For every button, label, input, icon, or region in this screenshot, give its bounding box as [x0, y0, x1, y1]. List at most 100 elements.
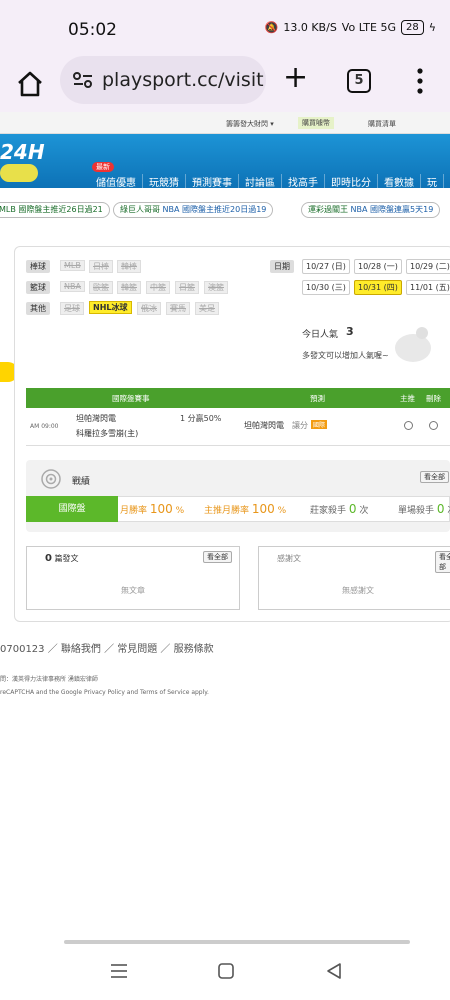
sport-cn-basketball[interactable]: 中籃	[146, 281, 170, 294]
date-option-selected[interactable]: 10/31 (四)	[354, 280, 402, 295]
category-basketball: 籃球	[26, 281, 50, 294]
posts-title: 0 篇發文	[45, 553, 79, 564]
col-pick: 預測	[310, 394, 325, 403]
pick-type: 讓分	[292, 421, 308, 430]
handicap-line: 1 分贏50%	[180, 414, 222, 423]
logo-decoration	[0, 164, 38, 182]
main-nav: 儲值優惠 玩競猜 預測賽事 討論區 找高手 即時比分 看數據 玩	[90, 174, 444, 189]
date-option[interactable]: 10/30 (三)	[302, 280, 350, 295]
site-logo[interactable]: 24H	[0, 140, 45, 164]
ticker-item[interactable]: 運彩過關王 NBA 國際盤連贏5天19	[301, 202, 441, 218]
footer-recaptcha: reCAPTCHA and the Google Privacy Policy …	[0, 689, 209, 696]
mascot-icon	[395, 327, 431, 362]
sport-jpn-baseball[interactable]: 日棒	[89, 260, 113, 273]
network-type: Vo LTE 5G	[341, 21, 396, 34]
nav-item-play[interactable]: 玩競猜	[143, 174, 186, 189]
nav-item-livescore[interactable]: 即時比分	[325, 174, 378, 189]
site-settings-icon[interactable]	[72, 71, 94, 89]
col-delete: 刪除	[426, 394, 441, 403]
nav-item-more[interactable]: 玩	[421, 174, 444, 189]
net-speed: 13.0 KB/S	[283, 21, 337, 34]
top-utility-strip: 籌籌發大財閃 ▾ 購買噱幣 購買清單	[0, 112, 450, 134]
tab-switcher-button[interactable]: 5	[347, 69, 371, 93]
buy-coins-link[interactable]: 購買噱幣	[298, 117, 334, 129]
back-icon[interactable]	[324, 962, 344, 980]
popularity-hint: 多發文可以增加人氣喔~	[302, 351, 389, 360]
battery-icon: 28	[401, 20, 424, 35]
nav-item-promo[interactable]: 儲值優惠	[90, 174, 143, 189]
gesture-handle[interactable]	[64, 940, 410, 944]
thanks-view-all-button[interactable]: 看全部	[435, 551, 450, 573]
status-bar: 05:02 🔕 13.0 KB/S Vo LTE 5G 28 ϟ	[0, 0, 450, 56]
col-match: 國際盤賽事	[112, 394, 150, 403]
date-option[interactable]: 10/29 (二)	[406, 259, 450, 274]
posts-view-all-button[interactable]: 看全部	[203, 551, 232, 563]
sport-kor-basketball[interactable]: 韓籃	[117, 281, 141, 294]
sport-american-football[interactable]: 美足	[195, 302, 219, 315]
address-bar[interactable]: playsport.cc/visit	[60, 56, 266, 104]
nav-item-experts[interactable]: 找高手	[282, 174, 325, 189]
popularity-label: 今日人氣	[302, 330, 339, 340]
charging-icon: ϟ	[428, 21, 436, 34]
category-baseball: 棒球	[26, 260, 50, 273]
intl-tag: 國際	[311, 420, 328, 429]
category-other: 其他	[26, 302, 50, 315]
game-time: AM 09:00	[30, 423, 59, 430]
sport-ru-hockey[interactable]: 俄冰	[137, 302, 161, 315]
sport-jp-basketball[interactable]: 日籃	[175, 281, 199, 294]
new-badge: 最新	[92, 162, 114, 172]
sport-mlb[interactable]: MLB	[60, 260, 85, 271]
posts-box: 0 篇發文 看全部 無文章	[26, 546, 240, 610]
sport-horse-racing[interactable]: 賽馬	[166, 302, 190, 315]
prediction-table-header: 國際盤賽事 預測 主推 刪除	[26, 388, 450, 408]
sport-nhl[interactable]: NHL冰球	[89, 301, 132, 314]
team-home: 科羅拉多雪崩(主)	[76, 429, 139, 438]
record-view-all-button[interactable]: 看全部	[420, 471, 449, 483]
stat-monthly-win: 月勝率 100 %	[120, 502, 185, 516]
footer-legal: 問：漢英得力法律事務所 湧鎮宏律師	[0, 676, 98, 683]
more-menu-icon[interactable]	[414, 66, 426, 96]
purchase-list-link[interactable]: 購買清單	[368, 119, 396, 129]
nav-item-forum[interactable]: 討論區	[239, 174, 282, 189]
footer-links[interactable]: 0700123 ／ 聯絡我們 ／ 常見問題 ／ 服務條款	[0, 640, 214, 655]
url-text[interactable]: playsport.cc/visit	[102, 69, 266, 91]
status-icons: 🔕 13.0 KB/S Vo LTE 5G 28 ϟ	[265, 20, 436, 35]
thanks-title: 感謝文	[277, 554, 301, 563]
member-menu[interactable]: 籌籌發大財閃 ▾	[226, 119, 274, 129]
sport-eu-basketball[interactable]: 歐籃	[89, 281, 113, 294]
date-option[interactable]: 10/28 (一)	[354, 259, 402, 274]
sport-soccer[interactable]: 足球	[60, 302, 84, 315]
sport-au-basketball[interactable]: 澳籃	[204, 281, 228, 294]
record-tab-intl[interactable]: 國際盤	[26, 496, 118, 522]
clock: 05:02	[68, 20, 117, 40]
thanks-empty: 無感謝文	[342, 586, 374, 595]
record-title: 戰績	[72, 477, 91, 487]
new-tab-icon[interactable]: +	[283, 62, 308, 94]
team-away: 坦帕灣閃電	[76, 414, 116, 423]
sport-nba[interactable]: NBA	[60, 281, 85, 292]
browser-toolbar: playsport.cc/visit + 5	[0, 56, 450, 112]
main-pick-radio[interactable]	[404, 421, 413, 430]
stat-single-killer: 單場殺手 0 次	[398, 502, 450, 516]
target-icon	[41, 469, 61, 489]
popularity-value: 3	[346, 325, 354, 338]
pick-team: 坦帕灣閃電	[244, 421, 284, 430]
sport-kor-baseball[interactable]: 韓棒	[117, 260, 141, 273]
date-label: 日期	[270, 260, 294, 273]
nav-item-data[interactable]: 看數據	[378, 174, 421, 189]
delete-radio[interactable]	[429, 421, 438, 430]
home-icon[interactable]	[14, 68, 46, 100]
nav-item-predict[interactable]: 預測賽事	[186, 174, 239, 189]
recent-apps-icon[interactable]	[108, 962, 130, 980]
stat-bookie-killer: 莊家殺手 0 次	[310, 502, 369, 516]
posts-empty: 無文章	[121, 586, 145, 595]
prediction-row: AM 09:00 坦帕灣閃電 科羅拉多雪崩(主) 1 分贏50% 坦帕灣閃電 讓…	[26, 408, 450, 446]
date-option[interactable]: 10/27 (日)	[302, 259, 350, 274]
ticker-item[interactable]: MLB 國際盤主推近26日過21	[0, 202, 110, 218]
date-option[interactable]: 11/01 (五)	[406, 280, 450, 295]
stat-main-monthly-win: 主推月勝率 100 %	[204, 502, 287, 516]
ticker-bar: MLB 國際盤主推近26日過21 綠巨人哥哥 NBA 國際盤主推近20日過19 …	[0, 192, 450, 222]
site-header: 24H 最新 儲值優惠 玩競猜 預測賽事 討論區 找高手 即時比分 看數據 玩	[0, 134, 450, 189]
home-nav-icon[interactable]	[216, 962, 236, 980]
ticker-item[interactable]: 綠巨人哥哥 NBA 國際盤主推近20日過19	[113, 202, 274, 218]
